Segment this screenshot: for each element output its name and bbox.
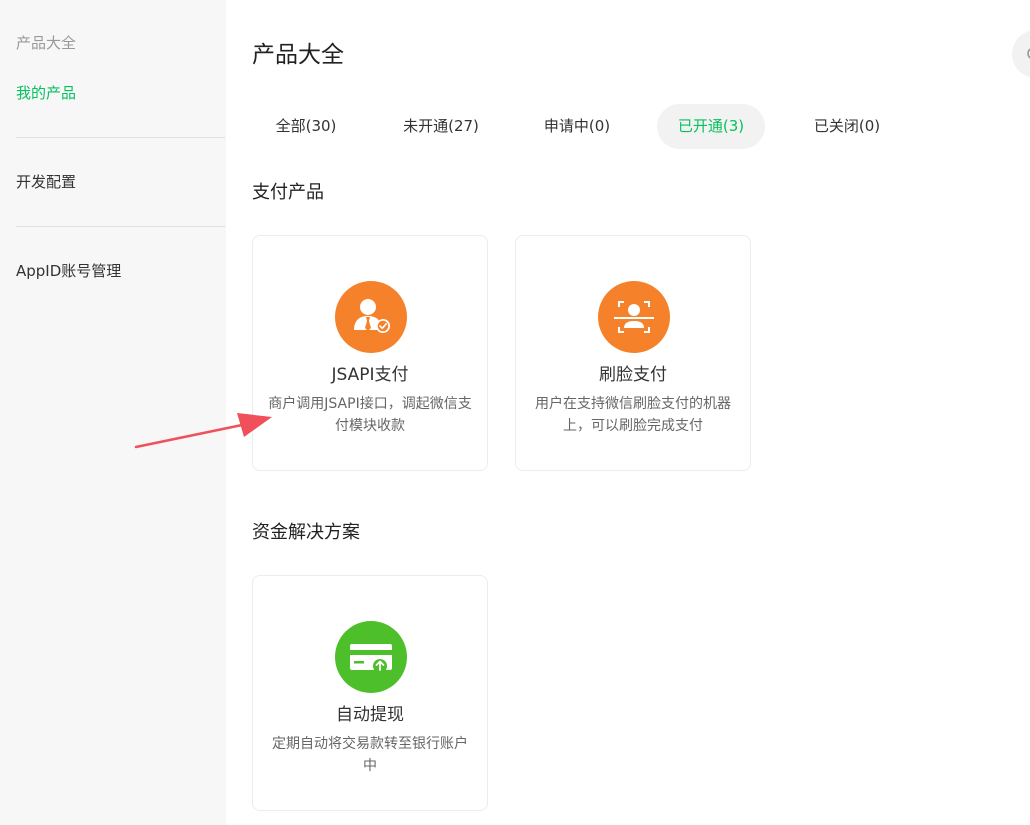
product-card-auto-withdraw[interactable]: 自动提现 定期自动将交易款转至银行账户中 xyxy=(252,575,488,811)
sidebar-item-my-products[interactable]: 我的产品 xyxy=(16,83,76,103)
sidebar-item-all-products[interactable]: 产品大全 xyxy=(16,33,76,53)
product-description: 用户在支持微信刷脸支付的机器上，可以刷脸完成支付 xyxy=(535,396,731,434)
product-card-jsapi-pay[interactable]: JSAPI支付 商户调用JSAPI接口，调起微信支付模块收款 xyxy=(252,235,488,471)
face-scan-icon xyxy=(598,281,670,353)
tab-not-activated[interactable]: 未开通(27) xyxy=(392,104,490,149)
status-tabs: 全部(30) 未开通(27) 申请中(0) 已开通(3) 已关闭(0) xyxy=(226,104,926,149)
tab-activated[interactable]: 已开通(3) xyxy=(657,104,765,149)
sidebar-divider xyxy=(16,137,225,138)
section-title-payment-products: 支付产品 xyxy=(252,182,324,203)
product-name: JSAPI支付 xyxy=(331,365,409,385)
product-description: 商户调用JSAPI接口，调起微信支付模块收款 xyxy=(268,396,472,434)
main-content: 产品大全 全部(30) 未开通(27) 申请中(0) 已开通(3) 已关闭(0)… xyxy=(226,0,1030,825)
product-card-face-pay[interactable]: 刷脸支付 用户在支持微信刷脸支付的机器上，可以刷脸完成支付 xyxy=(515,235,751,471)
merchant-user-check-icon xyxy=(335,281,407,353)
search-button[interactable] xyxy=(1012,30,1030,78)
product-name: 自动提现 xyxy=(336,705,404,725)
sidebar-divider xyxy=(16,226,225,227)
product-description: 定期自动将交易款转至银行账户中 xyxy=(272,736,468,774)
sidebar-item-appid-management[interactable]: AppID账号管理 xyxy=(16,261,121,281)
card-withdraw-icon xyxy=(335,621,407,693)
section-title-fund-solutions: 资金解决方案 xyxy=(252,522,360,543)
search-icon xyxy=(1027,48,1030,59)
product-name: 刷脸支付 xyxy=(599,365,667,385)
tab-all[interactable]: 全部(30) xyxy=(266,104,346,149)
tab-applying[interactable]: 申请中(0) xyxy=(534,104,620,149)
sidebar: 产品大全 我的产品 开发配置 AppID账号管理 xyxy=(0,0,226,825)
tab-closed[interactable]: 已关闭(0) xyxy=(804,104,890,149)
page-title: 产品大全 xyxy=(252,42,344,68)
sidebar-item-dev-config[interactable]: 开发配置 xyxy=(16,172,76,192)
